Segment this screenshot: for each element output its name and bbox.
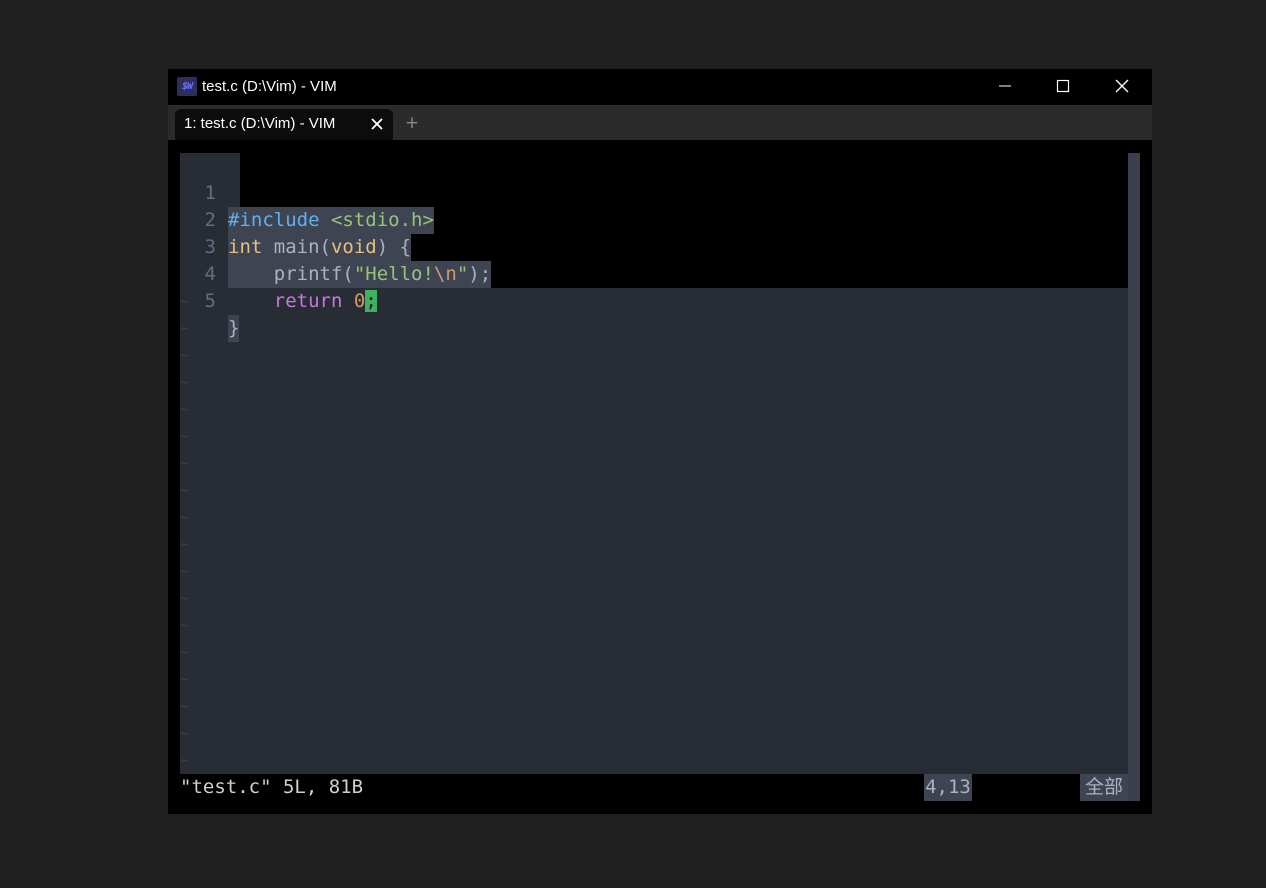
vim-app-icon: $W bbox=[177, 77, 197, 96]
minimize-icon bbox=[999, 85, 1011, 87]
tab-label: 1: test.c (D:\Vim) - VIM bbox=[184, 115, 336, 132]
title-bar[interactable]: $W test.c (D:\Vim) - VIM bbox=[168, 69, 1152, 105]
number-token: 0 bbox=[353, 290, 366, 312]
empty-line-marker: ~ bbox=[180, 589, 190, 607]
line-content: int main(void) { bbox=[228, 234, 412, 261]
empty-line-marker: ~ bbox=[180, 616, 190, 634]
empty-line-marker: ~ bbox=[180, 481, 190, 499]
empty-line-marker: ~ bbox=[180, 724, 190, 742]
maximize-icon bbox=[1056, 79, 1070, 93]
code-line[interactable]: 3 printf("Hello!\n"); bbox=[180, 207, 492, 288]
new-tab-button[interactable]: + bbox=[404, 113, 420, 133]
line-content: #include <stdio.h> bbox=[228, 207, 434, 234]
tab-bar: 1: test.c (D:\Vim) - VIM + bbox=[168, 105, 1152, 140]
empty-line-marker: ~ bbox=[180, 346, 190, 364]
scrollbar[interactable] bbox=[1128, 153, 1140, 774]
identifier-token: main( bbox=[262, 236, 331, 258]
empty-line-marker: ~ bbox=[180, 373, 190, 391]
empty-line-marker: ~ bbox=[180, 643, 190, 661]
line-content: return 0; bbox=[228, 288, 377, 315]
escape-token: \n bbox=[433, 263, 457, 285]
include-path-token: <stdio.h> bbox=[330, 209, 434, 231]
scroll-position: 全部 bbox=[1080, 774, 1128, 801]
empty-line-marker: ~ bbox=[180, 751, 190, 769]
window-title: test.c (D:\Vim) - VIM bbox=[202, 78, 337, 95]
line-content: printf("Hello!\n"); bbox=[228, 261, 492, 288]
string-token: "Hello! bbox=[353, 263, 434, 285]
close-icon bbox=[1115, 79, 1129, 93]
type-token: void bbox=[330, 236, 377, 258]
close-button[interactable] bbox=[1093, 69, 1151, 103]
string-token: " bbox=[456, 263, 469, 285]
empty-line-marker: ~ bbox=[180, 454, 190, 472]
command-line[interactable]: "test.c" 5L, 81B 4,13 全部 bbox=[180, 774, 1140, 801]
empty-line-marker: ~ bbox=[180, 427, 190, 445]
code-line[interactable]: 5 } bbox=[180, 261, 249, 342]
punctuation-token: ); bbox=[468, 263, 492, 285]
file-info-message: "test.c" 5L, 81B bbox=[180, 776, 364, 798]
tab-test-c[interactable]: 1: test.c (D:\Vim) - VIM bbox=[175, 109, 393, 140]
empty-line-marker: ~ bbox=[180, 292, 190, 310]
empty-line-marker: ~ bbox=[180, 670, 190, 688]
keyword-token: return bbox=[273, 290, 343, 312]
maximize-button[interactable] bbox=[1034, 69, 1092, 103]
empty-line-marker: ~ bbox=[180, 319, 190, 337]
vim-window: $W test.c (D:\Vim) - VIM 1: test.c (D:\V… bbox=[168, 69, 1152, 814]
punctuation-token: } bbox=[228, 317, 240, 339]
line-content: } bbox=[228, 315, 240, 342]
empty-line-marker: ~ bbox=[180, 697, 190, 715]
text-cursor: ; bbox=[365, 290, 377, 312]
punctuation-token: ) { bbox=[376, 236, 412, 258]
editor-area[interactable]: 1 #include <stdio.h> 2 int main(void) { … bbox=[180, 153, 1140, 774]
code-line[interactable]: 2 int main(void) { bbox=[180, 180, 412, 261]
empty-line-marker: ~ bbox=[180, 535, 190, 553]
empty-line-marker: ~ bbox=[180, 400, 190, 418]
empty-line-marker: ~ bbox=[180, 508, 190, 526]
empty-line-marker: ~ bbox=[180, 562, 190, 580]
cursor-position: 4,13 bbox=[924, 774, 972, 801]
code-line[interactable]: 4 return 0; bbox=[180, 234, 377, 312]
scrollbar-track-end bbox=[1128, 774, 1140, 801]
minimize-button[interactable] bbox=[976, 69, 1034, 103]
close-icon[interactable] bbox=[370, 117, 384, 131]
code-line[interactable]: 1 #include <stdio.h> bbox=[180, 153, 434, 234]
